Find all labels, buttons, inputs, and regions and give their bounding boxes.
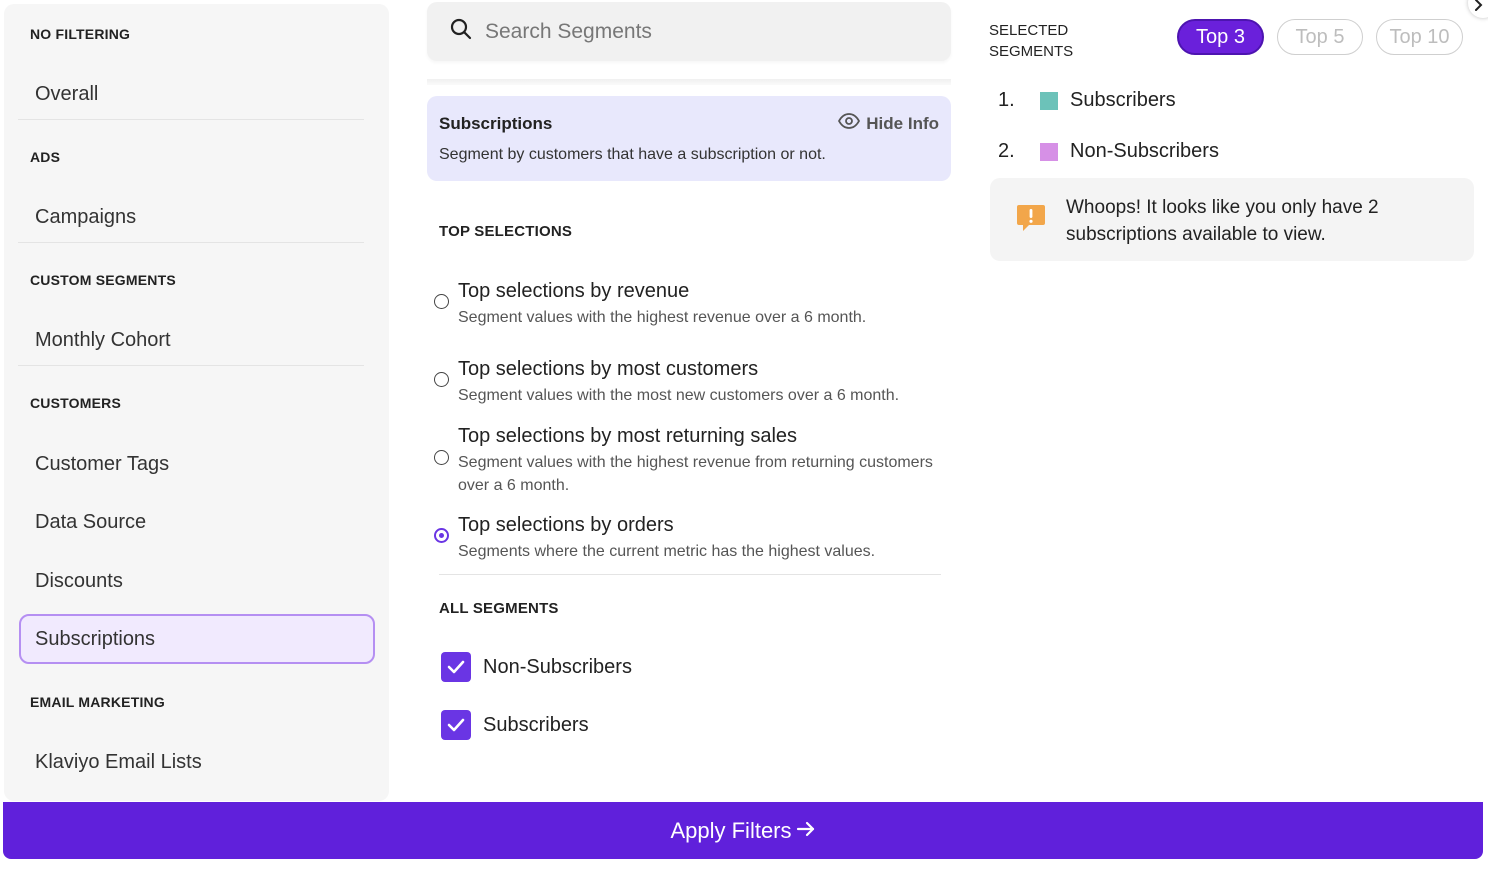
checkbox-checked[interactable] bbox=[441, 652, 471, 682]
radio-option-description: Segment values with the highest revenue … bbox=[458, 309, 867, 326]
top-3-pill[interactable]: Top 3 bbox=[1177, 19, 1264, 55]
sidebar-item-discounts[interactable]: Discounts bbox=[18, 556, 364, 606]
color-swatch bbox=[1040, 91, 1058, 110]
search-input[interactable] bbox=[485, 19, 925, 44]
apply-filters-button[interactable]: Apply Filters bbox=[3, 802, 1483, 859]
checkbox-label: Subscribers bbox=[483, 713, 589, 736]
section-header-no-filtering: NO FILTERING bbox=[30, 26, 131, 42]
hide-info-label: Hide Info bbox=[866, 113, 939, 133]
warning-speech-bubble-icon bbox=[1015, 202, 1047, 239]
expand-button[interactable] bbox=[1468, 0, 1488, 18]
section-header-ads: ADS bbox=[30, 149, 61, 165]
section-header-custom-segments: CUSTOM SEGMENTS bbox=[30, 272, 176, 288]
color-swatch bbox=[1040, 142, 1058, 161]
radio-button[interactable] bbox=[434, 294, 449, 309]
top-selections-header: TOP SELECTIONS bbox=[439, 223, 573, 240]
all-segments-header: ALL SEGMENTS bbox=[439, 600, 559, 617]
selected-segment-label: Subscribers bbox=[1070, 89, 1176, 111]
checkbox-label: Non-Subscribers bbox=[483, 655, 632, 678]
radio-option-title: Top selections by revenue bbox=[458, 280, 690, 302]
radio-option-title: Top selections by orders bbox=[458, 514, 674, 536]
section-header-customers: CUSTOMERS bbox=[30, 395, 121, 411]
selected-segment-item: 2. Non-Subscribers bbox=[998, 140, 1219, 163]
sidebar-item-campaigns[interactable]: Campaigns bbox=[18, 193, 364, 243]
sidebar-item-data-source[interactable]: Data Source bbox=[18, 497, 364, 547]
radio-button[interactable] bbox=[434, 372, 449, 387]
sidebar-item-overall[interactable]: Overall bbox=[18, 70, 364, 120]
apply-filters-label: Apply Filters bbox=[670, 817, 792, 843]
segment-checkbox-subscribers[interactable]: Subscribers bbox=[441, 710, 589, 740]
eye-icon bbox=[838, 113, 866, 134]
sidebar-item-subscriptions[interactable]: Subscriptions bbox=[19, 614, 375, 664]
selected-segment-number: 1. bbox=[998, 89, 1015, 111]
selected-segment-label: Non-Subscribers bbox=[1070, 140, 1219, 162]
search-icon bbox=[449, 17, 473, 46]
radio-option-description: Segments where the current metric has th… bbox=[458, 543, 876, 560]
top-5-pill[interactable]: Top 5 bbox=[1277, 19, 1363, 55]
warning-text: Whoops! It looks like you only have 2 su… bbox=[1066, 197, 1379, 245]
radio-option-description: Segment values with the most new custome… bbox=[458, 387, 900, 404]
search-divider bbox=[427, 79, 951, 85]
sidebar-item-customer-tags[interactable]: Customer Tags bbox=[18, 439, 364, 489]
sidebar-item-klaviyo-email-lists[interactable]: Klaviyo Email Lists bbox=[18, 737, 364, 787]
segment-info-panel: Subscriptions Segment by customers that … bbox=[427, 96, 951, 181]
selected-segment-number: 2. bbox=[998, 140, 1015, 162]
checkmark-icon bbox=[447, 660, 465, 674]
search-bar bbox=[427, 2, 951, 61]
radio-button[interactable] bbox=[434, 450, 449, 465]
top-10-pill[interactable]: Top 10 bbox=[1376, 19, 1463, 55]
hide-info-button[interactable]: Hide Info bbox=[838, 113, 939, 134]
checkbox-checked[interactable] bbox=[441, 710, 471, 740]
arrow-right-icon bbox=[792, 818, 816, 844]
selected-segment-item: 1. Subscribers bbox=[998, 89, 1176, 112]
segment-info-description: Segment by customers that have a subscri… bbox=[439, 146, 826, 163]
segment-info-title: Subscriptions bbox=[439, 114, 553, 133]
segment-checkbox-non-subscribers[interactable]: Non-Subscribers bbox=[441, 652, 632, 682]
radio-option-title: Top selections by most customers bbox=[458, 358, 759, 380]
warning-message: Whoops! It looks like you only have 2 su… bbox=[990, 178, 1474, 261]
radio-option-title: Top selections by most returning sales bbox=[458, 425, 798, 447]
section-divider bbox=[439, 574, 941, 575]
sidebar: NO FILTERING Overall ADS Campaigns CUSTO… bbox=[4, 4, 389, 801]
radio-button-selected[interactable] bbox=[434, 528, 449, 543]
selected-segments-header: SELECTED SEGMENTS bbox=[989, 22, 1074, 60]
sidebar-item-monthly-cohort[interactable]: Monthly Cohort bbox=[18, 316, 364, 366]
section-header-email-marketing: EMAIL MARKETING bbox=[30, 694, 165, 710]
checkmark-icon bbox=[447, 718, 465, 732]
chevron-right-icon bbox=[1475, 0, 1483, 11]
radio-option-description: Segment values with the highest revenue … bbox=[458, 454, 933, 494]
